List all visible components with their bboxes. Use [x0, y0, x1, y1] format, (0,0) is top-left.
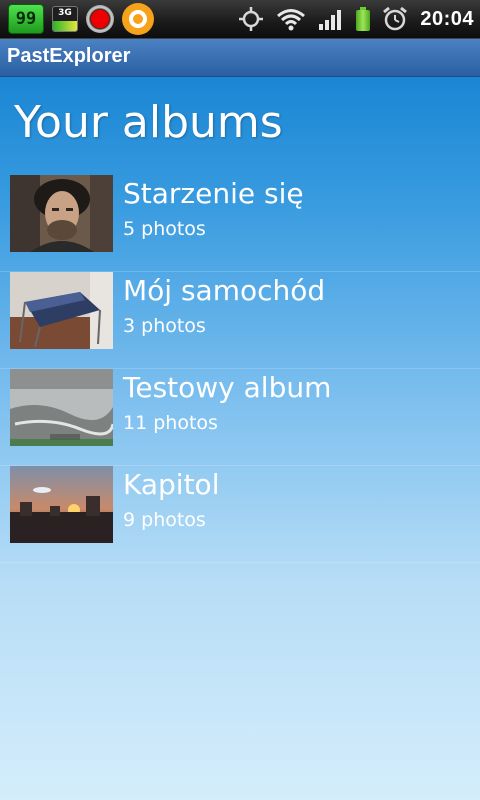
album-item-kapitol[interactable]: Kapitol 9 photos [0, 466, 480, 563]
album-thumbnail [10, 175, 113, 252]
alarm-icon [382, 6, 408, 32]
album-thumbnail [10, 466, 113, 543]
app-title: PastExplorer [7, 45, 131, 67]
app-notification-icon [122, 3, 154, 35]
network-3g-icon: 3G [52, 6, 78, 32]
album-item-starzenie-sie[interactable]: Starzenie się 5 photos [0, 175, 480, 272]
albums-screen: Your albums Starzenie się 5 photos Mój s… [0, 77, 480, 800]
album-name: Starzenie się [123, 177, 304, 210]
record-icon [86, 5, 114, 33]
album-photo-count: 5 photos [123, 218, 206, 240]
album-photo-count: 11 photos [123, 412, 218, 434]
wifi-icon [276, 7, 306, 31]
album-thumbnail [10, 369, 113, 446]
album-item-moj-samochod[interactable]: Mój samochód 3 photos [0, 272, 480, 369]
album-photo-count: 9 photos [123, 509, 206, 531]
album-name: Mój samochód [123, 274, 326, 307]
album-photo-count: 3 photos [123, 315, 206, 337]
album-item-testowy-album[interactable]: Testowy album 11 photos [0, 369, 480, 466]
page-title: Your albums [14, 97, 283, 148]
notification-count: 99 [15, 9, 37, 29]
album-name: Testowy album [123, 371, 332, 404]
notification-count-icon: 99 [8, 4, 44, 34]
status-bar: 99 3G 20:04 [0, 0, 480, 39]
album-thumbnail [10, 272, 113, 349]
status-clock: 20:04 [420, 7, 474, 30]
album-name: Kapitol [123, 468, 220, 501]
album-list: Starzenie się 5 photos Mój samochód 3 ph… [0, 175, 480, 563]
signal-icon [318, 7, 344, 31]
app-title-bar: PastExplorer [0, 39, 480, 77]
gps-icon [238, 6, 264, 32]
network-3g-label: 3G [58, 8, 72, 18]
battery-icon [356, 7, 371, 31]
notification-area[interactable]: 99 3G [8, 3, 154, 35]
